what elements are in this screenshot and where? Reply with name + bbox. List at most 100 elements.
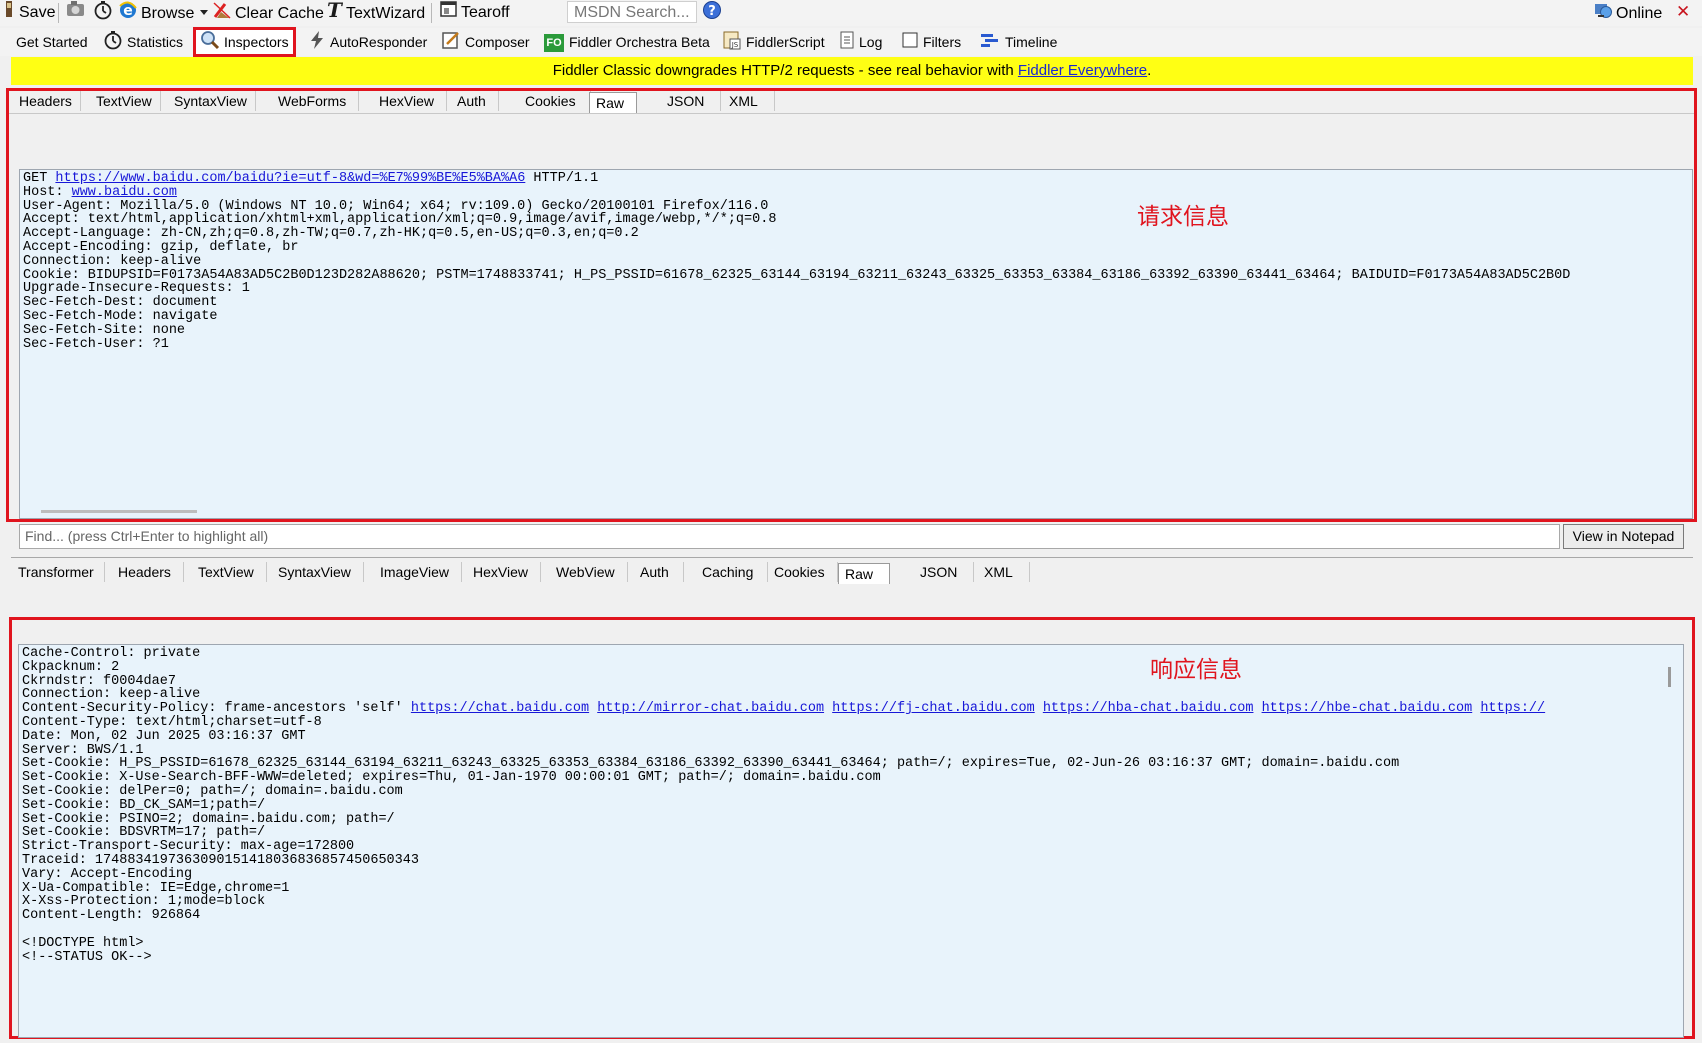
request-tab-cookies[interactable]: Cookies — [511, 91, 591, 111]
log-icon — [839, 31, 855, 56]
tab-statistics[interactable]: Statistics — [99, 30, 187, 54]
close-icon[interactable]: ✕ — [1676, 0, 1690, 24]
request-tab-hexview[interactable]: HexView — [367, 91, 447, 111]
browse-button[interactable]: e Browse — [118, 0, 194, 24]
clear-cache-icon — [212, 0, 232, 28]
tab-fiddler-orchestra[interactable]: FO Fiddler Orchestra Beta — [540, 30, 714, 54]
response-raw-pane[interactable]: Cache-Control: private Ckpacknum: 2 Ckrn… — [18, 644, 1684, 1038]
host-label: Host: — [23, 184, 72, 200]
response-inspector-tabs: Transformer Headers TextView SyntaxView … — [8, 562, 1698, 584]
tearoff-icon — [440, 0, 458, 26]
request-headers-text: User-Agent: Mozilla/5.0 (Windows NT 10.0… — [23, 198, 1571, 352]
csp-link[interactable]: https://hba-chat.baidu.com — [1043, 701, 1254, 716]
response-tab-auth[interactable]: Auth — [626, 562, 684, 582]
tab-filters[interactable]: Filters — [898, 30, 965, 54]
csp-link[interactable]: https://fj-chat.baidu.com — [832, 701, 1035, 716]
request-tab-syntaxview[interactable]: SyntaxView — [166, 91, 256, 111]
main-toolbar: Save e Browse Clear Cache T TextWizard T… — [0, 0, 1702, 26]
csp-link[interactable]: https://hbe-chat.baidu.com — [1262, 701, 1473, 716]
clear-cache-label: Clear Cache — [235, 5, 324, 23]
browse-dropdown[interactable] — [200, 0, 211, 24]
timeline-icon — [980, 31, 1000, 56]
csp-link[interactable]: https://chat.baidu.com — [411, 701, 589, 716]
orchestra-icon: FO — [544, 34, 564, 53]
request-tab-raw[interactable]: Raw — [589, 92, 638, 113]
timer-icon — [93, 0, 113, 28]
response-headers-after: Content-Type: text/html;charset=utf-8 Da… — [22, 714, 1400, 965]
tab-autoresponder[interactable]: AutoResponder — [304, 30, 431, 54]
csp-link[interactable]: https:// — [1480, 701, 1545, 716]
response-tab-transformer[interactable]: Transformer — [8, 562, 105, 582]
response-tab-imageview[interactable]: ImageView — [368, 562, 463, 582]
timer-button[interactable] — [93, 0, 116, 24]
help-button[interactable]: ? — [702, 0, 725, 24]
response-tab-hexview[interactable]: HexView — [461, 562, 541, 582]
autoresponder-icon — [308, 30, 326, 57]
request-raw-text[interactable]: GET https://www.baidu.com/baidu?ie=utf-8… — [20, 170, 1692, 353]
tab-label: Inspectors — [224, 34, 289, 51]
tab-composer[interactable]: Composer — [437, 30, 534, 54]
request-section: Headers TextView SyntaxView WebForms Hex… — [6, 88, 1697, 522]
response-tab-xml[interactable]: XML — [968, 562, 1030, 582]
dropdown-arrow-icon — [200, 0, 208, 24]
camera-icon — [66, 0, 86, 26]
request-tab-json[interactable]: JSON — [651, 91, 722, 111]
textwizard-button[interactable]: T TextWizard — [325, 0, 425, 24]
http2-banner: Fiddler Classic downgrades HTTP/2 reques… — [11, 57, 1693, 85]
tearoff-button[interactable]: Tearoff — [440, 0, 510, 24]
horizontal-scrollbar[interactable] — [41, 510, 197, 513]
toolbar-divider — [431, 3, 432, 23]
response-tab-headers[interactable]: Headers — [106, 562, 184, 582]
fiddler-everywhere-link[interactable]: Fiddler Everywhere — [1018, 62, 1147, 79]
request-tab-webforms[interactable]: WebForms — [266, 91, 360, 111]
ie-browser-icon: e — [118, 0, 138, 28]
response-tab-webview[interactable]: WebView — [544, 562, 628, 582]
response-tab-syntaxview[interactable]: SyntaxView — [266, 562, 364, 582]
tab-label: Filters — [923, 34, 962, 50]
request-host-link[interactable]: www.baidu.com — [72, 185, 177, 200]
view-tabs-bar: Get Started Statistics Inspectors AutoRe… — [0, 27, 1702, 57]
tab-fiddlerscript[interactable]: JS FiddlerScript — [718, 30, 829, 54]
csp-label: Content-Security-Policy: frame-ancestors… — [22, 701, 411, 717]
response-tab-json[interactable]: JSON — [904, 562, 975, 582]
tab-inspectors[interactable]: Inspectors — [193, 27, 296, 57]
online-label: Online — [1616, 5, 1663, 23]
tab-label: Statistics — [127, 34, 184, 51]
save-icon — [4, 0, 16, 26]
tab-label: Composer — [465, 34, 530, 51]
composer-icon — [441, 30, 461, 57]
save-button[interactable]: Save — [4, 0, 55, 24]
request-tab-textview[interactable]: TextView — [88, 91, 161, 111]
response-raw-text[interactable]: Cache-Control: private Ckpacknum: 2 Ckrn… — [19, 645, 1683, 966]
tab-log[interactable]: Log — [835, 30, 886, 54]
find-input[interactable]: Find... (press Ctrl+Enter to highlight a… — [19, 524, 1560, 549]
msdn-search-input[interactable]: MSDN Search... — [567, 1, 697, 23]
textwizard-label: TextWizard — [346, 5, 426, 23]
response-tab-cookies[interactable]: Cookies — [762, 562, 838, 582]
request-tab-xml[interactable]: XML — [713, 91, 775, 111]
response-tab-textview[interactable]: TextView — [186, 562, 267, 582]
response-tab-raw[interactable]: Raw — [838, 563, 891, 584]
request-tab-headers[interactable]: Headers — [11, 91, 81, 111]
inspectors-icon — [200, 30, 220, 57]
request-raw-pane[interactable]: GET https://www.baidu.com/baidu?ie=utf-8… — [19, 169, 1693, 519]
response-section: Cache-Control: private Ckpacknum: 2 Ckrn… — [9, 617, 1695, 1039]
tab-label: Get Started — [16, 34, 88, 50]
online-status[interactable]: Online — [1593, 0, 1662, 24]
tab-label: Timeline — [1005, 34, 1058, 50]
response-tab-caching[interactable]: Caching — [688, 562, 769, 582]
tab-timeline[interactable]: Timeline — [976, 30, 1061, 54]
csp-link[interactable]: http://mirror-chat.baidu.com — [597, 701, 824, 716]
tab-get-started[interactable]: Get Started — [12, 30, 92, 54]
tab-label: FiddlerScript — [746, 34, 825, 51]
svg-text:T: T — [327, 0, 343, 20]
screenshot-button[interactable] — [66, 0, 89, 24]
request-tab-auth[interactable]: Auth — [445, 91, 499, 111]
view-in-notepad-button[interactable]: View in Notepad — [1563, 524, 1684, 549]
request-url-link[interactable]: https://www.baidu.com/baidu?ie=utf-8&wd=… — [55, 171, 525, 186]
request-protocol: HTTP/1.1 — [525, 171, 599, 186]
response-top-divider — [11, 557, 1693, 558]
vertical-scrollbar[interactable] — [1668, 667, 1671, 687]
response-headers-before: Cache-Control: private Ckpacknum: 2 Ckrn… — [22, 646, 201, 703]
clear-cache-button[interactable]: Clear Cache — [212, 0, 324, 24]
